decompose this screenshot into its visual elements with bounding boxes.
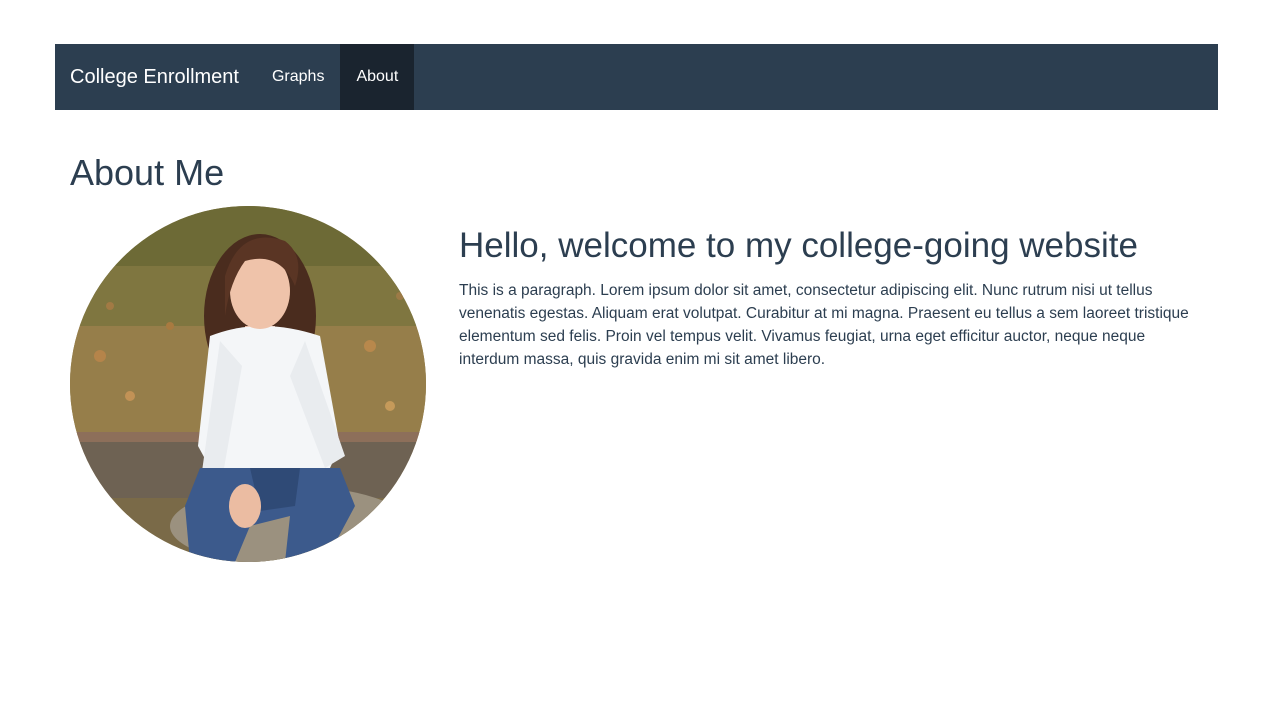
page-title: About Me [70,152,225,193]
navbar: College Enrollment Graphs About [55,44,1218,110]
intro-paragraph: This is a paragraph. Lorem ipsum dolor s… [459,282,1189,368]
page: College Enrollment Graphs About About Me [0,0,1280,720]
nav-links: Graphs About [254,44,415,110]
profile-photo-illustration [70,206,426,562]
nav-link-graphs[interactable]: Graphs [256,44,340,110]
profile-photo [70,206,426,562]
navbar-brand[interactable]: College Enrollment [55,44,254,110]
welcome-heading: Hello, welcome to my college-going websi… [459,226,1138,265]
nav-link-about[interactable]: About [340,44,415,110]
